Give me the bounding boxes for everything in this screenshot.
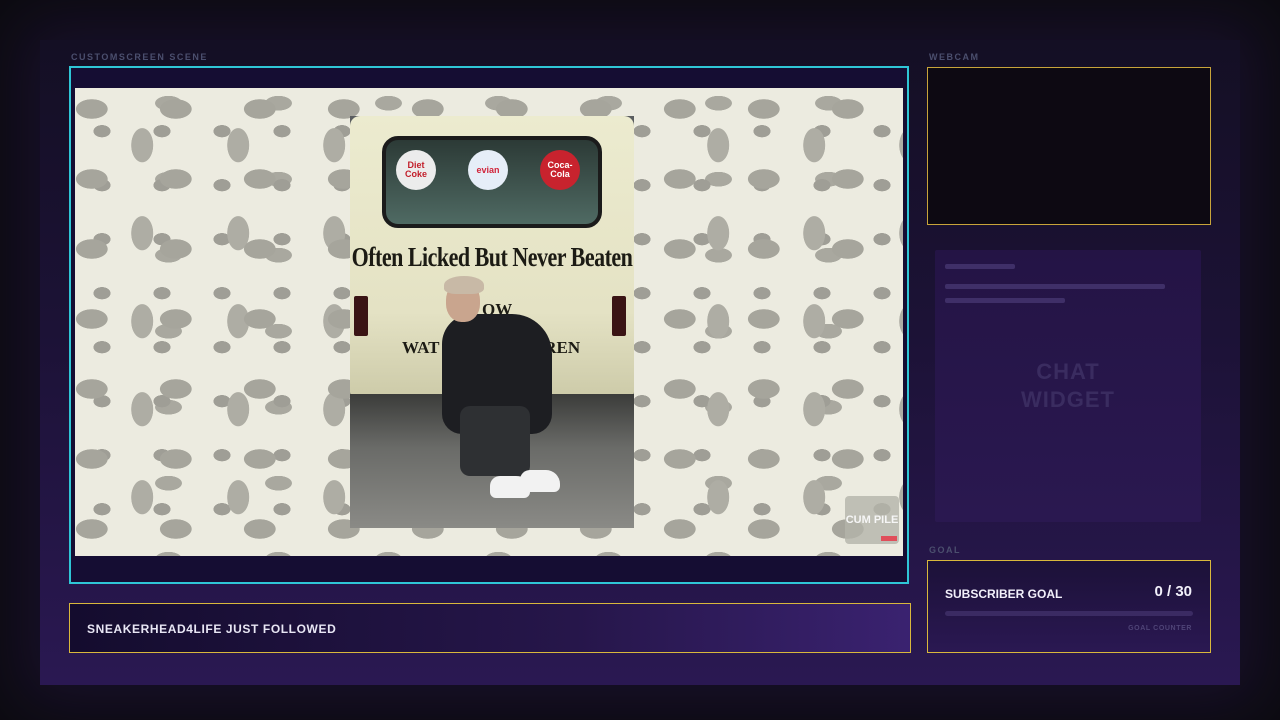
chat-line	[945, 298, 1065, 303]
taillight-right	[612, 296, 626, 336]
goal-note: GOAL COUNTER	[1128, 625, 1192, 632]
follower-ticker: SNEAKERHEAD4LIFE JUST FOLLOWED	[69, 603, 911, 653]
chat-placeholder-text: CHAT WIDGET	[1021, 359, 1115, 412]
shoe-right	[520, 470, 560, 492]
goal-section-label: GOAL	[929, 545, 961, 555]
main-video-panel: Diet Coke evian Coca-Cola Often Licked B…	[69, 66, 909, 584]
watermark-bar	[881, 536, 897, 541]
channel-watermark: CUM PILE	[845, 496, 899, 544]
chat-panel: CHAT WIDGET	[935, 250, 1201, 522]
subscriber-goal-widget: SUBSCRIBER GOAL 0 / 30 GOAL COUNTER	[927, 560, 1211, 653]
watermark-text: CUM PILE	[845, 514, 899, 526]
van-window: Diet Coke evian Coca-Cola	[382, 136, 602, 228]
main-section-label: CUSTOMSCREEN SCENE	[71, 52, 208, 62]
person-legs	[460, 406, 530, 476]
goal-count: 0 / 30	[1154, 583, 1192, 600]
taillight-left	[354, 296, 368, 336]
video-feed: Diet Coke evian Coca-Cola Often Licked B…	[75, 88, 903, 556]
sticker-coca-cola: Coca-Cola	[540, 150, 580, 190]
goal-title: SUBSCRIBER GOAL	[945, 587, 1063, 601]
sticker-diet-coke: Diet Coke	[396, 150, 436, 190]
chat-line	[945, 284, 1165, 289]
webcam-frame	[927, 67, 1211, 225]
sticker-evian: evian	[468, 150, 508, 190]
webcam-section-label: WEBCAM	[929, 52, 980, 62]
chat-line	[945, 264, 1015, 269]
van-photo: Diet Coke evian Coca-Cola Often Licked B…	[350, 116, 634, 528]
van-slogan: Often Licked But Never Beaten	[351, 240, 633, 272]
van-word-left: WAT	[402, 338, 440, 357]
goal-progress-track	[945, 611, 1193, 616]
person-hair	[444, 276, 484, 294]
ticker-text: SNEAKERHEAD4LIFE JUST FOLLOWED	[87, 622, 337, 636]
